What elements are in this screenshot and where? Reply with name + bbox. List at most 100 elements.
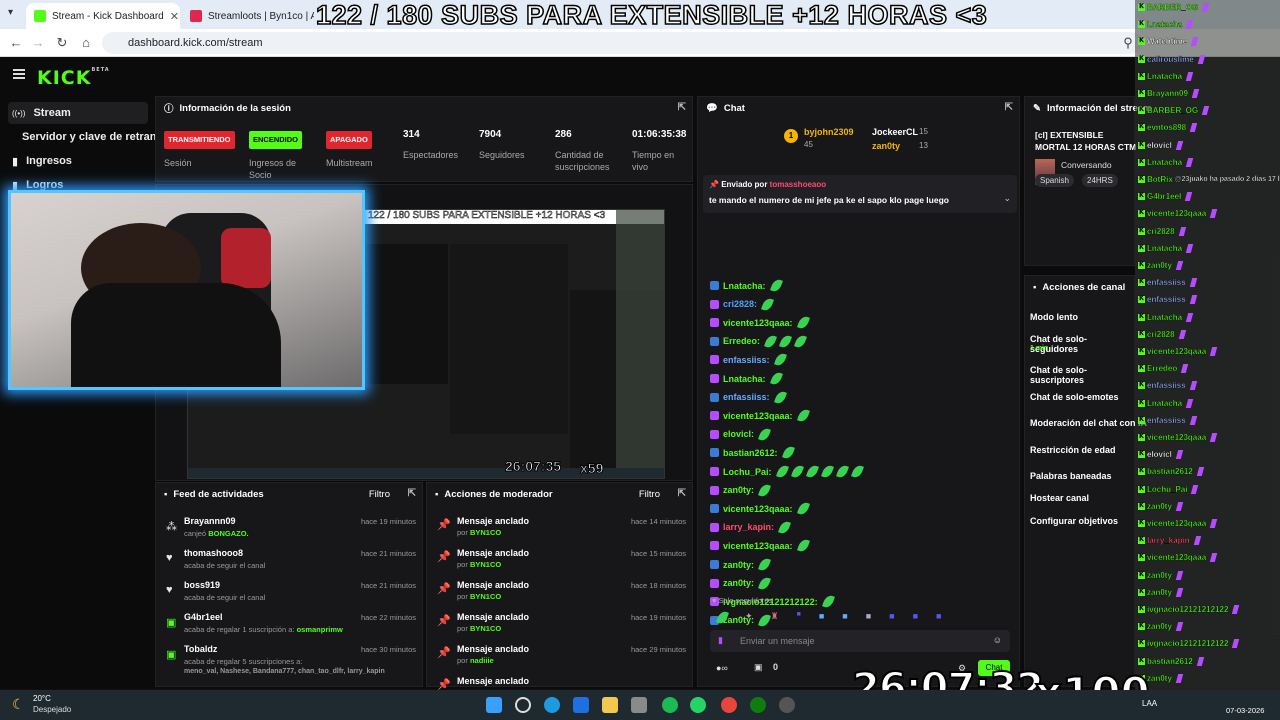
- top-gifter-name[interactable]: zan0ty: [872, 141, 900, 151]
- search-icon[interactable]: [515, 697, 531, 713]
- emote[interactable]: ■: [866, 611, 871, 626]
- mod-user[interactable]: BYN1CO: [470, 560, 501, 569]
- microphone-icon[interactable]: ▮: [718, 635, 723, 646]
- chat-username[interactable]: zan0ty:: [723, 560, 754, 570]
- feed-user[interactable]: boss919: [184, 580, 220, 590]
- filter-button[interactable]: Filtro: [639, 489, 660, 500]
- home-icon[interactable]: ⌂: [78, 35, 94, 50]
- popout-icon[interactable]: ⇱: [1005, 102, 1013, 113]
- forward-icon[interactable]: →: [30, 35, 46, 50]
- mod-user[interactable]: BYN1CO: [470, 624, 501, 633]
- mod-user[interactable]: BYN1CO: [470, 592, 501, 601]
- folder-icon[interactable]: [602, 697, 618, 713]
- chat-username[interactable]: larry_kapin:: [723, 522, 774, 532]
- emoji-icon[interactable]: ☺: [993, 635, 1002, 645]
- edge-icon[interactable]: [544, 697, 560, 713]
- chat-username[interactable]: zan0ty:: [723, 485, 754, 495]
- chat-username[interactable]: Lnatacha:: [723, 374, 766, 384]
- emote[interactable]: ■: [889, 611, 894, 626]
- popout-icon[interactable]: ⇱: [678, 488, 686, 499]
- chat-username[interactable]: Lochu_Pai:: [723, 467, 772, 477]
- chat-username[interactable]: vicente123qaaa:: [723, 504, 793, 514]
- feed-user[interactable]: Brayannn09: [184, 516, 236, 526]
- feed-user[interactable]: Tobaldz: [184, 644, 217, 654]
- language-indicator[interactable]: LAA: [1142, 699, 1157, 708]
- tab-list-button[interactable]: ▾: [8, 7, 13, 18]
- kick-logo[interactable]: KICKBETA: [37, 67, 110, 89]
- action-configure-goals[interactable]: Configurar objetivos: [1030, 516, 1118, 526]
- chat-username[interactable]: cri2828:: [723, 299, 757, 309]
- emote[interactable]: ✦: [745, 611, 753, 626]
- menu-icon[interactable]: [13, 69, 25, 79]
- feed-user[interactable]: thomashooo8: [184, 548, 243, 558]
- tag[interactable]: 24HRS: [1082, 174, 1118, 187]
- mod-row: 📌 Mensaje anclado por BYN1CO hace 15 minuto…: [435, 548, 686, 578]
- emote[interactable]: [716, 609, 729, 626]
- category-name[interactable]: Conversando: [1061, 160, 1112, 170]
- weather-temp: 20°C: [33, 694, 51, 703]
- feed-user[interactable]: G4br1eel: [184, 612, 223, 622]
- chat-username[interactable]: enfassiiss:: [723, 392, 770, 402]
- emote[interactable]: ■: [797, 611, 801, 626]
- store-icon[interactable]: [573, 697, 589, 713]
- xbox-icon[interactable]: [750, 697, 766, 713]
- overlay-chat-line: Kenfassiiss: [1138, 381, 1197, 391]
- chrome-icon[interactable]: [721, 697, 737, 713]
- kick-badge-icon: K: [1138, 21, 1145, 29]
- emote[interactable]: ■: [819, 611, 824, 626]
- chat-username[interactable]: Lnatacha:: [723, 281, 766, 291]
- chat-username[interactable]: elovicl:: [723, 429, 754, 439]
- tag[interactable]: Spanish: [1035, 174, 1074, 187]
- emote-bar[interactable]: ✦ ♜ ■ ■ ■ ■ ■ ■ ■: [710, 609, 1010, 626]
- action-slow-mode[interactable]: Modo lento: [1030, 312, 1078, 322]
- emote[interactable]: ♜: [771, 611, 779, 626]
- reload-icon[interactable]: ↻: [54, 35, 70, 51]
- chat-message: larry_kapin:: [710, 519, 791, 535]
- tab-kick-dashboard[interactable]: Stream - Kick Dashboard ✕: [26, 3, 180, 29]
- sidebar-item-ingresos[interactable]: ▮ Ingresos: [8, 150, 148, 172]
- pinned-message[interactable]: 📌 Enviado por tomasshoeaoo te mando el n…: [703, 175, 1017, 213]
- chat-username[interactable]: zan0ty:: [723, 578, 754, 588]
- start-icon[interactable]: [486, 697, 502, 713]
- chat-username[interactable]: vicente123qaaa:: [723, 411, 793, 421]
- filter-button[interactable]: Filtro: [369, 489, 390, 500]
- mod-user[interactable]: nadiiie: [470, 656, 494, 665]
- action-subs-only[interactable]: Chat de solo-suscriptores: [1030, 365, 1135, 385]
- emote[interactable]: ■: [913, 611, 918, 626]
- emote[interactable]: ■: [842, 611, 847, 626]
- pinned-by[interactable]: tomasshoeaoo: [770, 180, 826, 189]
- action-banned-words[interactable]: Palabras baneadas: [1030, 471, 1112, 481]
- back-icon[interactable]: ←: [8, 35, 24, 50]
- spotify-icon[interactable]: [662, 697, 678, 713]
- chat-username[interactable]: Erredeo:: [723, 336, 760, 346]
- close-tab-icon[interactable]: ✕: [170, 10, 179, 23]
- sidebar-item-stream[interactable]: ((•)) Stream: [8, 102, 148, 124]
- action-emotes-only[interactable]: Chat de solo-emotes: [1030, 392, 1119, 402]
- mod-user[interactable]: BYN1CO: [470, 528, 501, 537]
- emote[interactable]: ■: [936, 611, 941, 626]
- chat-username[interactable]: vicente123qaaa:: [723, 318, 793, 328]
- obs-icon[interactable]: [779, 697, 795, 713]
- top-gifter-name[interactable]: byjohn2309: [804, 127, 854, 137]
- chat-username[interactable]: enfassiiss:: [723, 355, 770, 365]
- chat-input[interactable]: ▮ Enviar un mensaje ☺: [710, 630, 1010, 652]
- top-gifter-name[interactable]: JockeerCL: [872, 127, 918, 137]
- action-host-channel[interactable]: Hostear canal: [1030, 493, 1089, 503]
- action-age-restriction[interactable]: Restricción de edad: [1030, 445, 1116, 455]
- chat-username[interactable]: bastian2612:: [723, 448, 778, 458]
- whatsapp-icon[interactable]: [690, 697, 706, 713]
- sidebar-item-server-key[interactable]: Servidor y clave de retransmisión: [8, 126, 198, 148]
- clock-date[interactable]: 07-03-2026: [1226, 706, 1264, 715]
- action-ai-moderation[interactable]: Moderación del chat con IA: [1030, 418, 1147, 428]
- popout-icon[interactable]: ⇱: [678, 102, 686, 113]
- zoom-icon[interactable]: ⚲: [1120, 35, 1136, 51]
- tab-streamloots[interactable]: Streamloots | Byn1co | Apóyame: [182, 3, 314, 29]
- weather-icon[interactable]: ☾: [12, 696, 25, 713]
- points-icon[interactable]: ●∞: [716, 663, 728, 673]
- chat-username[interactable]: vicente123qaaa:: [723, 541, 793, 551]
- chevron-down-icon[interactable]: ⌄: [1003, 193, 1011, 204]
- popout-icon[interactable]: ⇱: [408, 488, 416, 499]
- app-icon[interactable]: [631, 697, 647, 713]
- overlay-chat-line: K Lnatacha: [1138, 398, 1194, 408]
- address-bar[interactable]: dashboard.kick.com/stream: [102, 32, 1142, 54]
